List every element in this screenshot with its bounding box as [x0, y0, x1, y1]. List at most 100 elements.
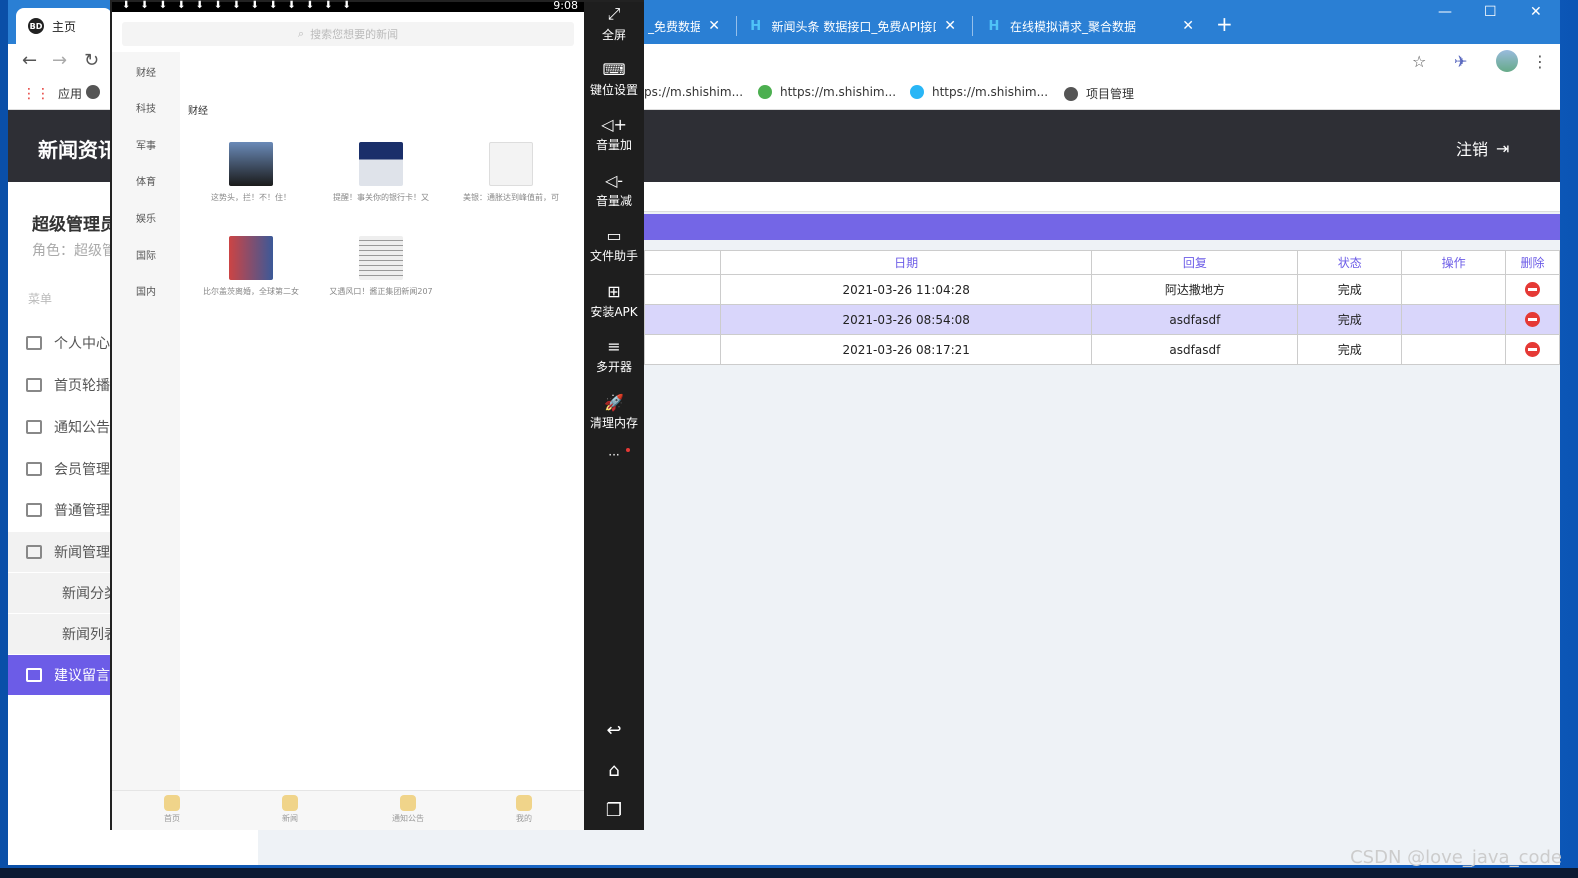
globe-icon [1064, 86, 1078, 101]
tab-news[interactable]: 新闻 [260, 795, 320, 824]
status-bar: ⬇⬇⬇⬇⬇⬇⬇⬇⬇⬇⬇⬇⬇ 9:08 [112, 0, 584, 12]
tab-online-request[interactable]: H 在线模拟请求_聚合数据 ✕ [974, 8, 1206, 44]
close-icon[interactable]: ✕ [1182, 18, 1194, 34]
section-title: 财经 [188, 106, 208, 117]
volume-up-button[interactable]: ◁+ 音量加 [584, 115, 644, 153]
multi-instance-button[interactable]: ≡ 多开器 [584, 337, 644, 375]
site-icon [910, 85, 924, 99]
bookmark-shishim-1[interactable]: ps://m.shishim... [644, 85, 743, 99]
category-item[interactable]: 国内 [112, 283, 180, 298]
category-item[interactable]: 国际 [112, 247, 180, 262]
menu-icon [26, 668, 42, 682]
table-row[interactable]: 2021-03-26 11:04:28 阿达撒地方 完成 [644, 274, 1560, 305]
table-toolbar [644, 214, 1560, 240]
tab-home[interactable]: BD 主页 [16, 8, 112, 44]
taskbar [0, 868, 1578, 878]
fullscreen-button[interactable]: ⤢ 全屏 [584, 4, 644, 43]
tab-news-api[interactable]: H 新闻头条 数据接口_免费API接口 ✕ [736, 8, 968, 44]
table-cell [644, 334, 721, 365]
keyboard-icon: ⌨ [602, 60, 626, 79]
tab-free-data[interactable]: _免费数据 ✕ [636, 8, 732, 44]
logout-button[interactable]: 注销 ⇥ [1456, 136, 1509, 160]
baidu-icon: BD [28, 18, 44, 34]
window-close-icon[interactable]: ✕ [1530, 4, 1542, 20]
file-helper-button[interactable]: ▭ 文件助手 [584, 226, 644, 264]
android-back-icon[interactable]: ↩ [584, 720, 644, 741]
keymap-button[interactable]: ⌨ 键位设置 [584, 60, 644, 98]
action-cell [1401, 304, 1507, 335]
file-icon: ▭ [606, 226, 622, 245]
profile-avatar[interactable] [1496, 50, 1518, 72]
minimize-icon[interactable]: — [1438, 4, 1452, 20]
menu-icon [26, 336, 42, 350]
phone-screen: ⬇⬇⬇⬇⬇⬇⬇⬇⬇⬇⬇⬇⬇ 9:08 ⌕ 搜索您想要的新闻 财经 科技 军事 体… [112, 0, 584, 830]
reply-cell: 阿达撒地方 [1091, 274, 1299, 305]
user-name: 超级管理员 [32, 215, 117, 235]
table-row[interactable]: 2021-03-26 08:54:08 asdfasdf 完成 [644, 304, 1560, 335]
category-item[interactable]: 体育 [112, 173, 180, 188]
category-list [112, 52, 180, 792]
delete-icon[interactable] [1525, 342, 1540, 357]
column-header-status: 状态 [1297, 250, 1403, 275]
install-apk-button[interactable]: ⊞ 安装APK [584, 282, 644, 320]
column-header-date: 日期 [719, 250, 1093, 275]
table-cell [644, 274, 721, 305]
news-card[interactable]: 比尔盖茨离婚，全球第二女 [196, 236, 306, 297]
more-dots-icon: ··· [608, 448, 620, 462]
bookmark-shishim-2[interactable]: https://m.shishim... [758, 85, 896, 99]
tab-mine[interactable]: 我的 [494, 795, 554, 824]
android-home-icon[interactable]: ⌂ [584, 760, 644, 781]
new-tab-button[interactable]: + [1216, 12, 1233, 36]
menu-icon [26, 462, 42, 476]
phone-tab-bar: 首页 新闻 通知公告 我的 [112, 790, 584, 830]
volume-down-button[interactable]: ◁- 音量减 [584, 171, 644, 209]
notification-dot [626, 448, 630, 452]
bookmark-apps[interactable]: ⋮⋮ 应用 [22, 85, 82, 102]
news-search-input[interactable]: ⌕ 搜索您想要的新闻 [122, 22, 574, 46]
news-card[interactable]: 提醒！事关你的银行卡！又 [326, 142, 436, 203]
category-item[interactable]: 军事 [112, 137, 180, 152]
bookmark-project[interactable]: 项目管理 [1064, 85, 1134, 102]
forward-arrow-icon[interactable]: → [52, 50, 67, 71]
menu-icon [26, 503, 42, 517]
delete-icon[interactable] [1525, 312, 1540, 327]
reply-cell: asdfasdf [1091, 334, 1299, 365]
volume-down-icon: ◁- [604, 171, 624, 190]
extension-icon[interactable]: ✈ [1454, 52, 1467, 71]
more-button[interactable]: ··· [584, 448, 644, 462]
table-row[interactable]: 2021-03-26 08:17:21 asdfasdf 完成 [644, 334, 1560, 365]
delete-icon[interactable] [1525, 282, 1540, 297]
news-card[interactable]: 这势头，拦！不！住！ [196, 142, 306, 203]
tab-notice[interactable]: 通知公告 [378, 795, 438, 824]
search-icon: ⌕ [297, 27, 305, 40]
news-card[interactable]: 美银：通胀达到峰值前，可 [456, 142, 566, 203]
news-card[interactable]: 又遇风口！酱正集团新闻207 [326, 236, 436, 297]
android-recents-icon[interactable]: ❐ [584, 800, 644, 821]
status-cell: 完成 [1297, 274, 1403, 305]
tab-home[interactable]: 首页 [142, 795, 202, 824]
maximize-icon[interactable]: ☐ [1484, 4, 1497, 20]
news-thumbnail [229, 142, 273, 186]
bookmark-globe[interactable] [86, 85, 100, 99]
back-arrow-icon[interactable]: ← [22, 50, 37, 71]
category-item[interactable]: 娱乐 [112, 210, 180, 225]
delete-cell [1505, 304, 1560, 335]
news-thumbnail [359, 142, 403, 186]
volume-up-icon: ◁+ [601, 115, 627, 134]
reload-icon[interactable]: ↻ [84, 50, 99, 71]
category-item[interactable]: 科技 [112, 100, 180, 115]
star-icon[interactable]: ☆ [1412, 52, 1426, 71]
apps-grid-icon: ⋮⋮ [22, 85, 50, 102]
clear-memory-button[interactable]: 🚀 清理内存 [584, 393, 644, 431]
action-cell [1401, 334, 1507, 365]
action-cell [1401, 274, 1507, 305]
close-icon[interactable]: ✕ [708, 18, 720, 34]
notice-icon [400, 795, 416, 811]
wechat-icon [758, 85, 772, 99]
menu-section-label: 菜单 [28, 292, 53, 306]
more-menu-icon[interactable]: ⋮ [1532, 52, 1548, 71]
bookmark-shishim-3[interactable]: https://m.shishim... [910, 85, 1048, 99]
column-header-delete: 删除 [1505, 250, 1560, 275]
category-item[interactable]: 财经 [112, 64, 180, 79]
close-icon[interactable]: ✕ [944, 18, 956, 34]
